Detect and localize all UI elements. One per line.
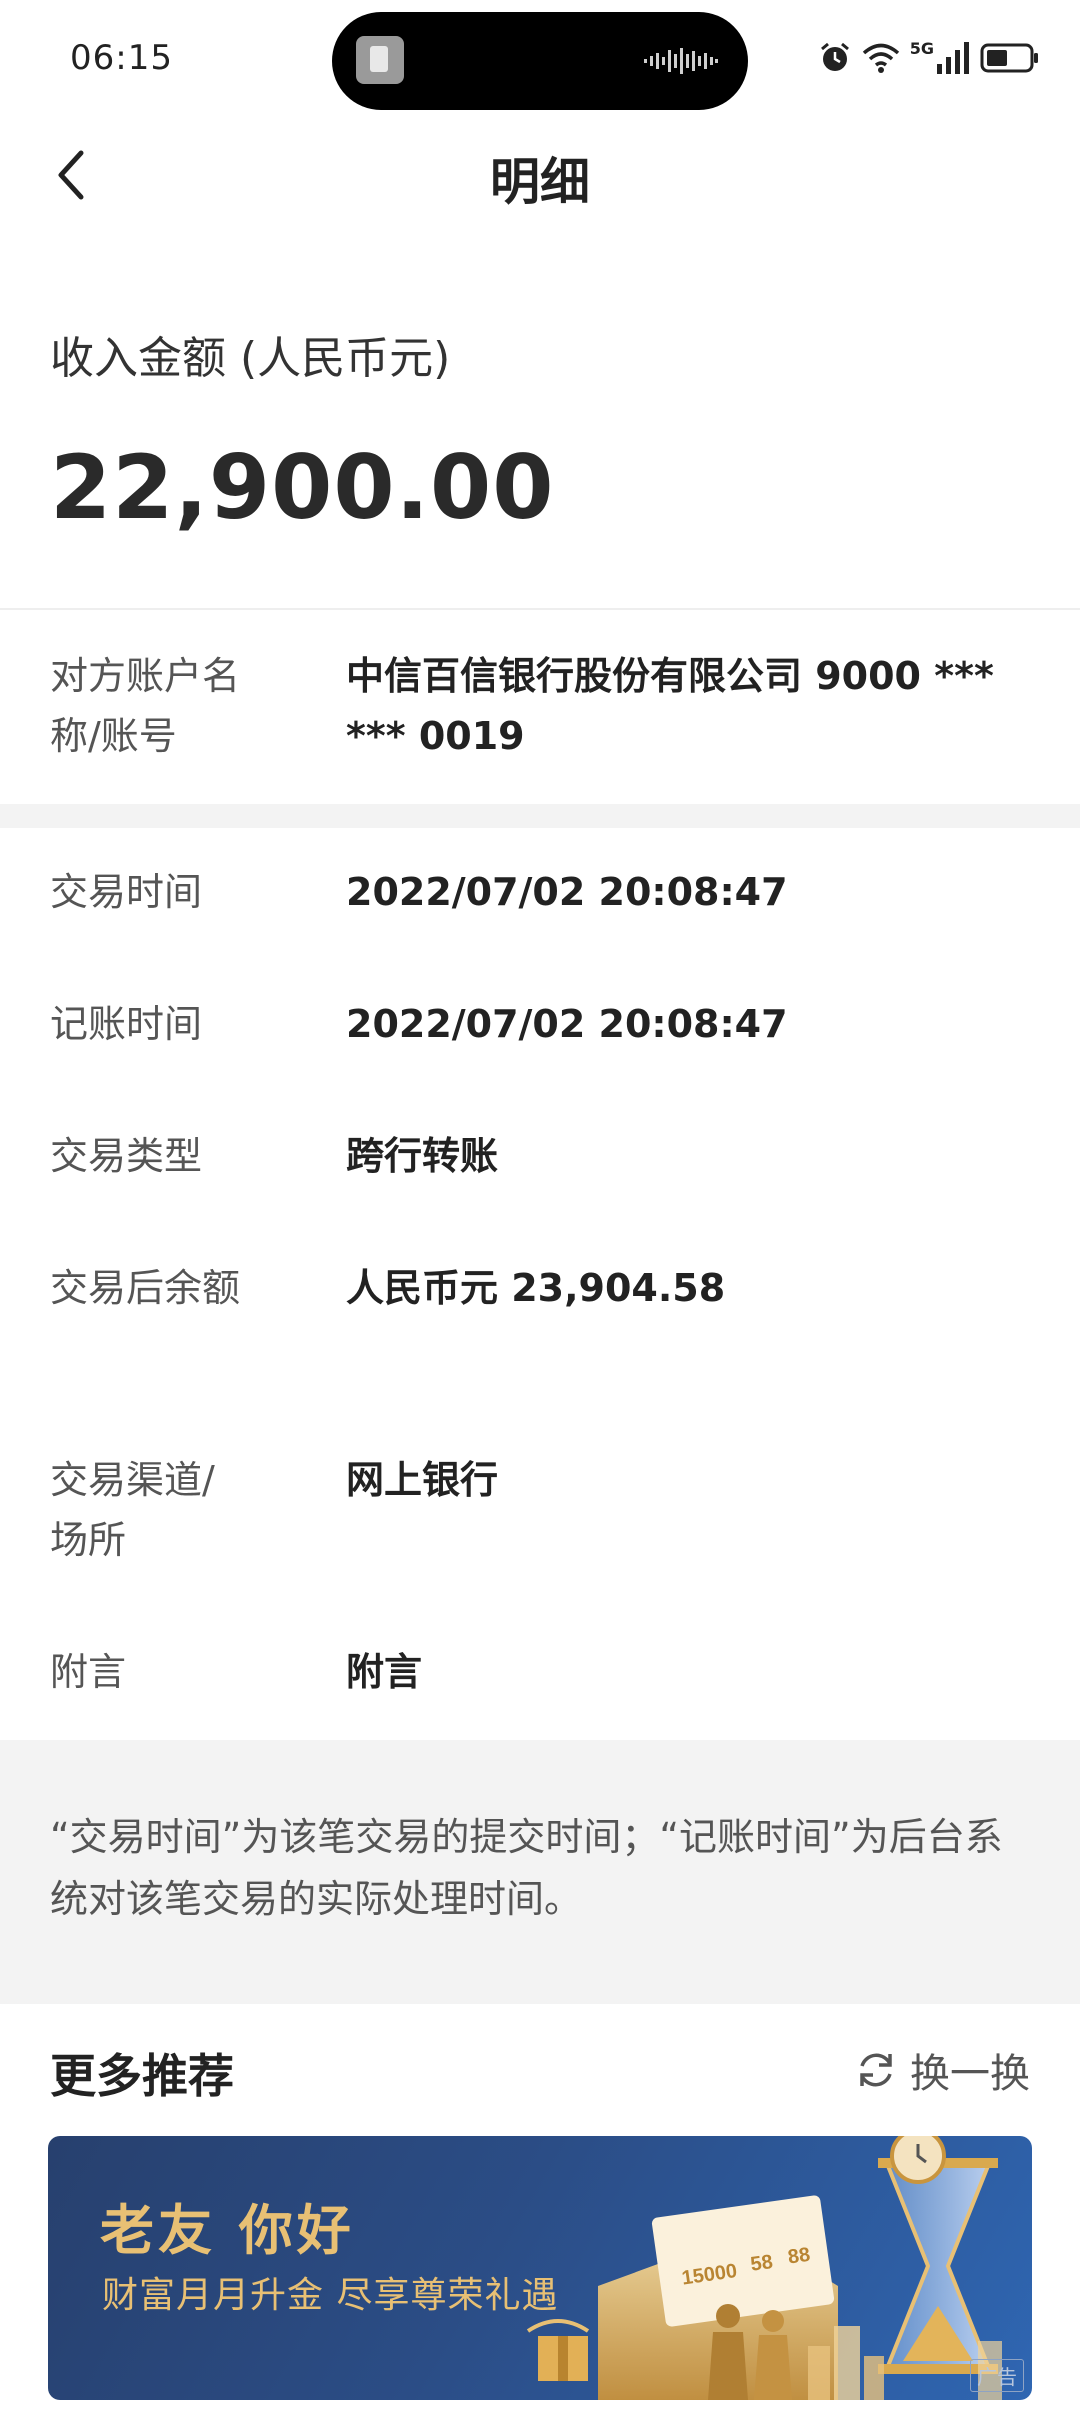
section-separator (0, 804, 1080, 828)
detail-value: 2022/07/02 20:08:47 (346, 1002, 788, 1046)
banner-illustration: 15000 58 88 (526, 2136, 1002, 2400)
counterparty-value: 中信百信银行股份有限公司 9000 ****** 0019 (346, 654, 994, 758)
dynamic-island[interactable] (332, 12, 748, 110)
promo-banner[interactable]: 老友 你好 财富月月升金 尽享尊荣礼遇 15000 58 88 广告 (48, 2136, 1032, 2400)
media-thumbnail (356, 36, 404, 84)
divider (0, 608, 1080, 610)
detail-label: 附言 (50, 1650, 127, 1694)
refresh-label: 换一换 (910, 2051, 1030, 2097)
amount-label: 收入金额 (人民币元) (50, 333, 451, 384)
nav-bar: 明细 (0, 120, 1080, 230)
refresh-icon (860, 2053, 892, 2087)
audio-wave-icon (644, 48, 718, 74)
counterparty-label: 对方账户名称/账号 (50, 654, 241, 758)
recommend-title: 更多推荐 (50, 2049, 234, 2103)
ad-tag: 广告 (970, 2359, 1024, 2392)
battery-icon (980, 43, 1038, 73)
card-number-3: 88 (786, 2244, 811, 2269)
banner-title: 老友 你好 (100, 2199, 355, 2262)
note-section: “交易时间”为该笔交易的提交时间；“记账时间”为后台系统对该笔交易的实际处理时间… (0, 1740, 1080, 2004)
detail-value: 附言 (346, 1650, 423, 1694)
refresh-button[interactable]: 换一换 (854, 2040, 1030, 2100)
detail-value: 网上银行 (346, 1458, 499, 1502)
status-icons: 5G (818, 38, 1040, 78)
note-text: “交易时间”为该笔交易的提交时间；“记账时间”为后台系统对该笔交易的实际处理时间… (50, 1815, 1003, 1921)
detail-label: 交易时间 (50, 870, 203, 914)
detail-label: 交易渠道/场所 (50, 1458, 215, 1562)
detail-label: 交易后余额 (50, 1266, 241, 1310)
amount-value: 22,900.00 (50, 436, 555, 539)
banner-subtitle: 财富月月升金 尽享尊荣礼遇 (102, 2275, 559, 2316)
alarm-icon (820, 42, 849, 71)
detail-label: 交易类型 (50, 1134, 203, 1178)
detail-label: 记账时间 (50, 1002, 203, 1046)
wifi-icon (862, 43, 899, 73)
detail-value: 人民币元 23,904.58 (346, 1266, 726, 1310)
card-number-2: 58 (749, 2251, 774, 2276)
status-bar: 06:15 5G (0, 0, 1080, 120)
detail-value: 跨行转账 (346, 1134, 499, 1178)
status-time: 06:15 (70, 38, 173, 78)
detail-value: 2022/07/02 20:08:47 (346, 870, 788, 914)
page-title: 明细 (490, 153, 590, 211)
network-type-label: 5G (909, 38, 934, 58)
signal-icon (937, 42, 969, 74)
